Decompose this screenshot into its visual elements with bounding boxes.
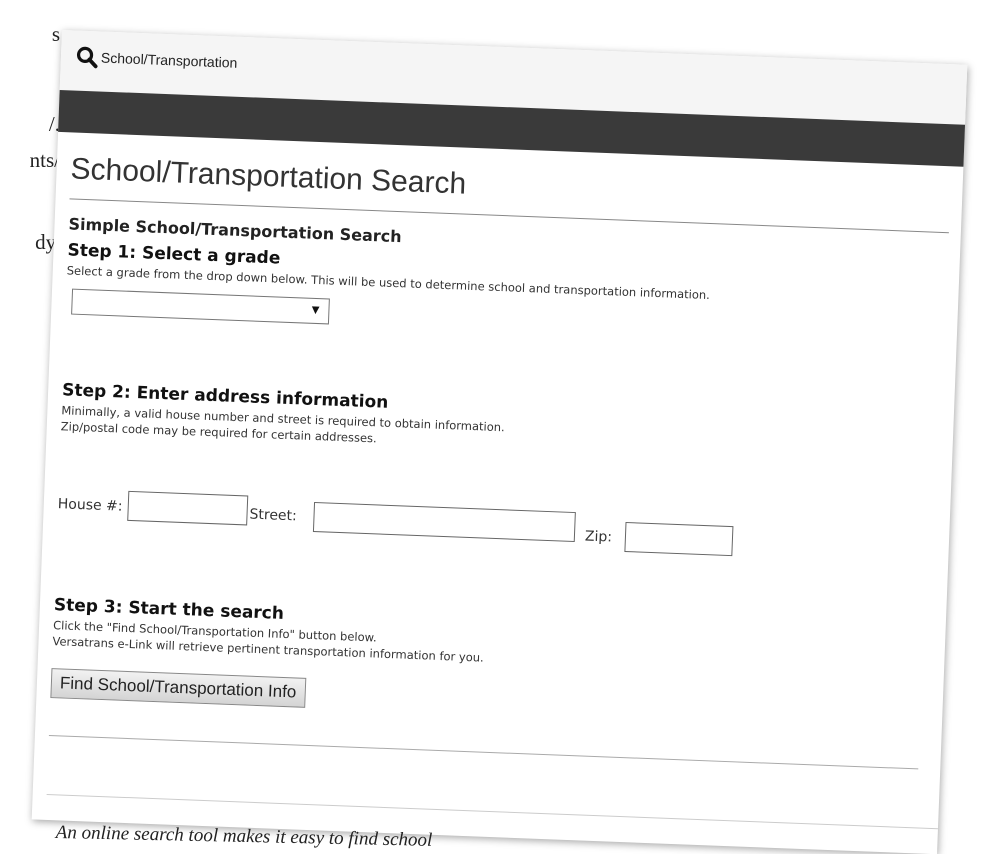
- screenshot-card: School/Transportation School/Transportat…: [31, 30, 968, 854]
- app-title[interactable]: School/Transportation: [101, 50, 238, 71]
- zip-input[interactable]: [624, 521, 734, 557]
- step2-description: Minimally, a valid house number and stre…: [60, 402, 505, 451]
- chevron-down-icon: ▼: [311, 304, 320, 317]
- page-title: School/Transportation Search: [70, 152, 467, 201]
- margin-fragment: s: [51, 22, 60, 46]
- margin-fragment: nts/: [29, 148, 60, 172]
- grade-select[interactable]: ▼: [71, 288, 330, 325]
- form-end-divider: [48, 735, 919, 770]
- find-school-transportation-button[interactable]: Find School/Transportation Info: [50, 668, 306, 708]
- zip-label: Zip:: [584, 528, 613, 546]
- step3-description: Click the "Find School/Transportation In…: [52, 617, 484, 666]
- street-input[interactable]: [312, 502, 576, 543]
- street-label: Street:: [249, 506, 298, 525]
- house-number-label: House #:: [57, 496, 123, 515]
- house-number-input[interactable]: [127, 490, 249, 526]
- search-icon[interactable]: [75, 45, 100, 70]
